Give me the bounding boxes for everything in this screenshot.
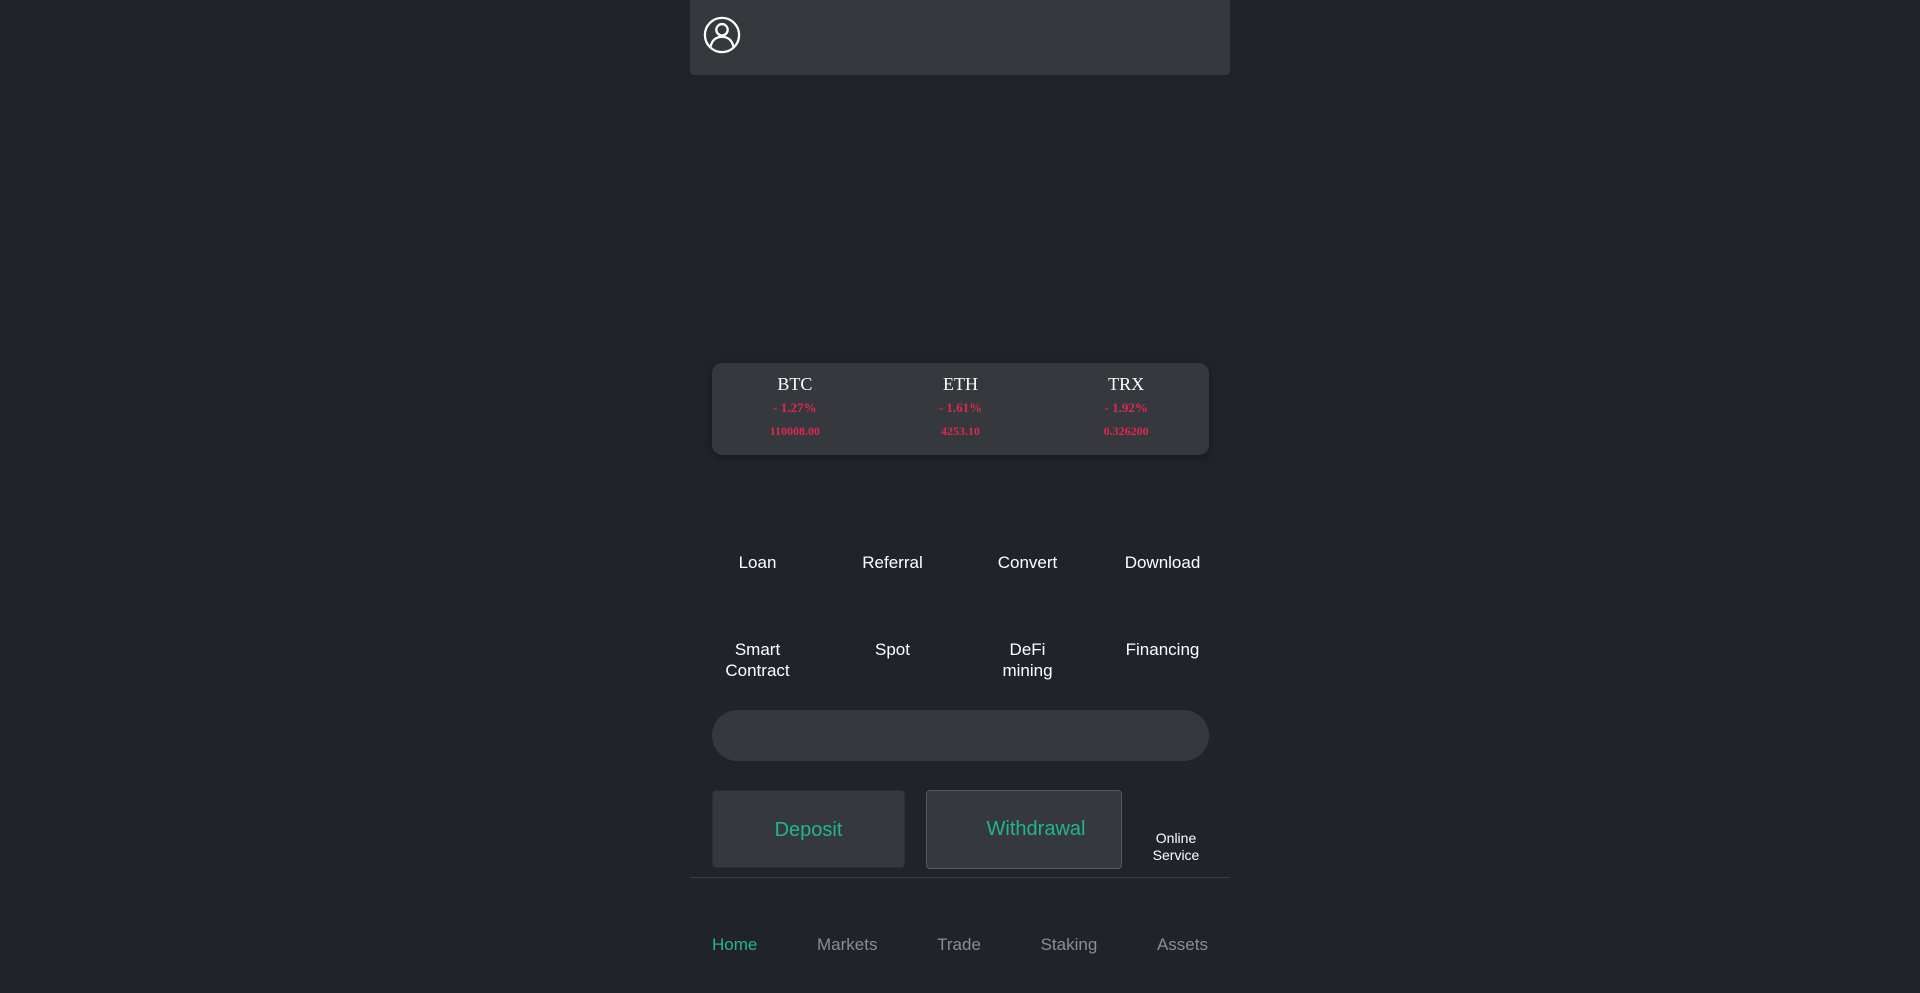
nav-tab-home[interactable]: Home <box>712 930 757 960</box>
online-service-label-line1: Online <box>1155 830 1197 846</box>
menu-item-label-line1: Financing <box>1125 640 1200 659</box>
nav-tab-staking[interactable]: Staking <box>1041 930 1098 960</box>
menu-item-label-line2: mining <box>1002 661 1053 680</box>
ticker-symbol: BTC <box>777 374 813 394</box>
ticker-price: 4253.10 <box>941 424 980 438</box>
deposit-button[interactable]: Deposit <box>712 790 905 868</box>
menu-item-referral[interactable]: Referral <box>825 540 960 627</box>
ticker-change: - 1.61% <box>938 400 983 415</box>
menu-item-convert[interactable]: Convert <box>960 540 1095 627</box>
menu-item-label-line1: DeFi <box>1009 640 1046 659</box>
menu-item-download[interactable]: Download <box>1095 540 1230 627</box>
nav-tab-assets[interactable]: Assets <box>1157 930 1208 960</box>
bottom-nav-divider <box>690 877 1230 878</box>
ticker-price: 110008.00 <box>769 424 820 438</box>
online-service-label-line2: Service <box>1152 847 1200 863</box>
nav-tab-trade[interactable]: Trade <box>937 930 981 960</box>
ticker-change: - 1.92% <box>1104 400 1148 415</box>
menu-item-label-line2: Contract <box>725 661 790 680</box>
notice-bar[interactable] <box>712 710 1209 761</box>
ticker-price: 0.326200 <box>1103 424 1149 438</box>
menu-row: Loan Referral Convert Download <box>690 540 1230 627</box>
menu-item-smart-contract[interactable]: Smart Contract <box>690 627 825 714</box>
market-ticker-card: BTC - 1.27% 110008.00 ETH - 1.61% 4253.1… <box>712 363 1209 455</box>
withdrawal-button[interactable]: Withdrawal <box>926 790 1122 869</box>
user-circle-icon[interactable] <box>703 16 741 54</box>
menu-item-spot[interactable]: Spot <box>825 627 960 714</box>
header-bar <box>690 0 1230 75</box>
ticker-eth[interactable]: ETH - 1.61% 4253.10 <box>878 363 1044 455</box>
menu-item-loan[interactable]: Loan <box>690 540 825 627</box>
bottom-nav: Home Markets Trade Staking Assets <box>690 930 1230 960</box>
online-service-button[interactable]: Online Service <box>1130 830 1222 864</box>
ticker-symbol: ETH <box>943 374 978 394</box>
ticker-change: - 1.27% <box>773 400 817 415</box>
menu-item-financing[interactable]: Financing <box>1095 627 1230 714</box>
menu-item-label-line1: Smart <box>734 640 781 659</box>
nav-tab-markets[interactable]: Markets <box>817 930 877 960</box>
ticker-trx[interactable]: TRX - 1.92% 0.326200 <box>1043 363 1209 455</box>
menu-item-label-line1: Spot <box>875 640 910 659</box>
menu-item-defi-mining[interactable]: DeFi mining <box>960 627 1095 714</box>
mobile-app-frame: BTC - 1.27% 110008.00 ETH - 1.61% 4253.1… <box>690 0 1230 993</box>
ticker-btc[interactable]: BTC - 1.27% 110008.00 <box>712 363 878 455</box>
ticker-symbol: TRX <box>1108 374 1145 394</box>
feature-menu-grid: Loan Referral Convert Download Smart Con… <box>690 540 1230 714</box>
menu-row: Smart Contract Spot DeFi mining Financin… <box>690 627 1230 714</box>
